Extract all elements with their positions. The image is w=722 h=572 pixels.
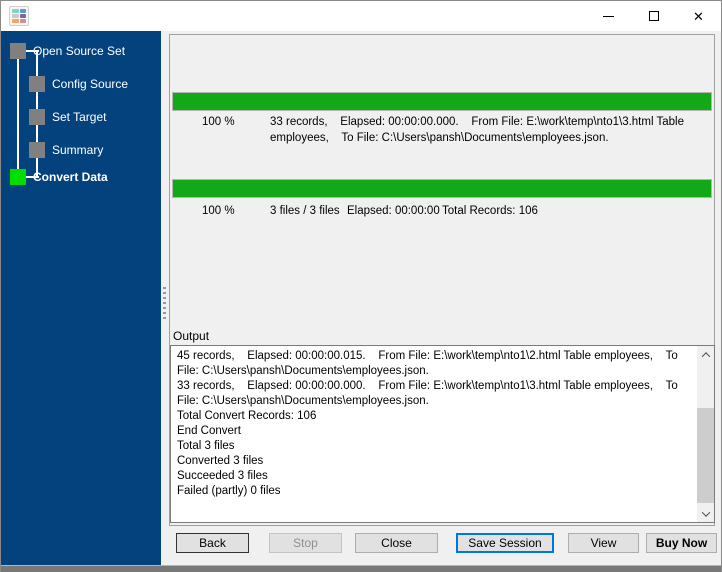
app-icon xyxy=(9,6,29,26)
file-progress-status: 33 records, Elapsed: 00:00:00.000. From … xyxy=(270,116,688,144)
title-bar: ✕ xyxy=(1,1,721,31)
back-button[interactable]: Back xyxy=(176,533,249,553)
save-session-button[interactable]: Save Session xyxy=(456,533,554,553)
sidebar-step-summary[interactable]: Summary xyxy=(29,142,103,158)
log-entry: Succeeded 3 files xyxy=(177,470,268,482)
stop-button[interactable]: Stop xyxy=(269,533,342,553)
sidebar-splitter[interactable] xyxy=(161,31,169,566)
total-progressbar xyxy=(172,179,712,198)
sidebar-step-config-source[interactable]: Config Source xyxy=(29,76,128,92)
step-label: Summary xyxy=(52,143,104,157)
close-dialog-button[interactable]: Close xyxy=(355,533,438,553)
step-marker-icon xyxy=(10,169,26,185)
total-progress-files: 3 files / 3 files xyxy=(270,205,340,217)
output-label: Output xyxy=(173,329,210,343)
total-progress-elapsed: Elapsed: 00:00:00 xyxy=(347,205,440,217)
step-marker-icon xyxy=(29,76,45,92)
log-entry: End Convert xyxy=(177,425,241,437)
step-label: Open Source Set xyxy=(33,44,126,58)
minimize-button[interactable] xyxy=(586,1,631,31)
sidebar-step-open-source-set[interactable]: Open Source Set xyxy=(10,43,125,59)
output-log-box[interactable]: 45 records, Elapsed: 00:00:00.015. From … xyxy=(170,345,715,523)
maximize-button[interactable] xyxy=(631,1,676,31)
minimize-icon xyxy=(603,15,614,17)
close-button[interactable]: ✕ xyxy=(676,1,721,31)
log-entry: Failed (partly) 0 files xyxy=(177,485,281,497)
log-entry: Total Convert Records: 106 xyxy=(177,410,317,422)
close-icon: ✕ xyxy=(693,8,704,24)
file-progressbar xyxy=(172,92,712,111)
total-progress-records: Total Records: 106 xyxy=(442,205,538,217)
file-progress-percent: 100 % xyxy=(202,116,235,128)
window-controls: ✕ xyxy=(586,1,721,31)
sidebar-step-convert-data[interactable]: Convert Data xyxy=(10,169,108,185)
output-scrollbar[interactable] xyxy=(697,346,714,522)
total-progressbar-fill xyxy=(173,180,711,197)
sidebar-step-set-target[interactable]: Set Target xyxy=(29,109,106,125)
wizard-window: ✕ Open Source Set Config Source Set Targ… xyxy=(0,0,722,572)
maximize-icon xyxy=(648,11,659,21)
scrollbar-thumb[interactable] xyxy=(697,408,714,503)
step-marker-icon xyxy=(29,142,45,158)
step-label: Set Target xyxy=(52,110,107,124)
wizard-steps-sidebar: Open Source Set Config Source Set Target… xyxy=(1,31,161,566)
log-entry: Converted 3 files xyxy=(177,455,264,467)
step-marker-icon xyxy=(29,109,45,125)
step-label: Convert Data xyxy=(33,170,108,184)
output-log-text: 45 records, Elapsed: 00:00:00.015. From … xyxy=(177,349,695,499)
log-entry: 33 records, Elapsed: 00:00:00.000. From … xyxy=(177,380,681,407)
scroll-down-button[interactable] xyxy=(697,505,714,522)
view-button[interactable]: View xyxy=(568,533,639,553)
splitter-grip-icon xyxy=(163,287,166,321)
log-entry: Total 3 files xyxy=(177,440,235,452)
log-entry: 45 records, Elapsed: 00:00:00.015. From … xyxy=(177,350,681,377)
scroll-up-button[interactable] xyxy=(697,346,714,363)
buy-now-button[interactable]: Buy Now xyxy=(646,533,717,553)
chevron-up-icon xyxy=(701,351,710,361)
chevron-down-icon xyxy=(701,507,710,517)
convert-panel: 100 % 33 records, Elapsed: 00:00:00.000.… xyxy=(169,34,715,526)
tree-connector xyxy=(17,59,19,169)
step-label: Config Source xyxy=(52,77,129,91)
window-bottom-edge xyxy=(1,565,721,572)
file-progressbar-fill xyxy=(173,93,711,110)
step-marker-icon xyxy=(10,43,26,59)
total-progress-percent: 100 % xyxy=(202,205,235,217)
